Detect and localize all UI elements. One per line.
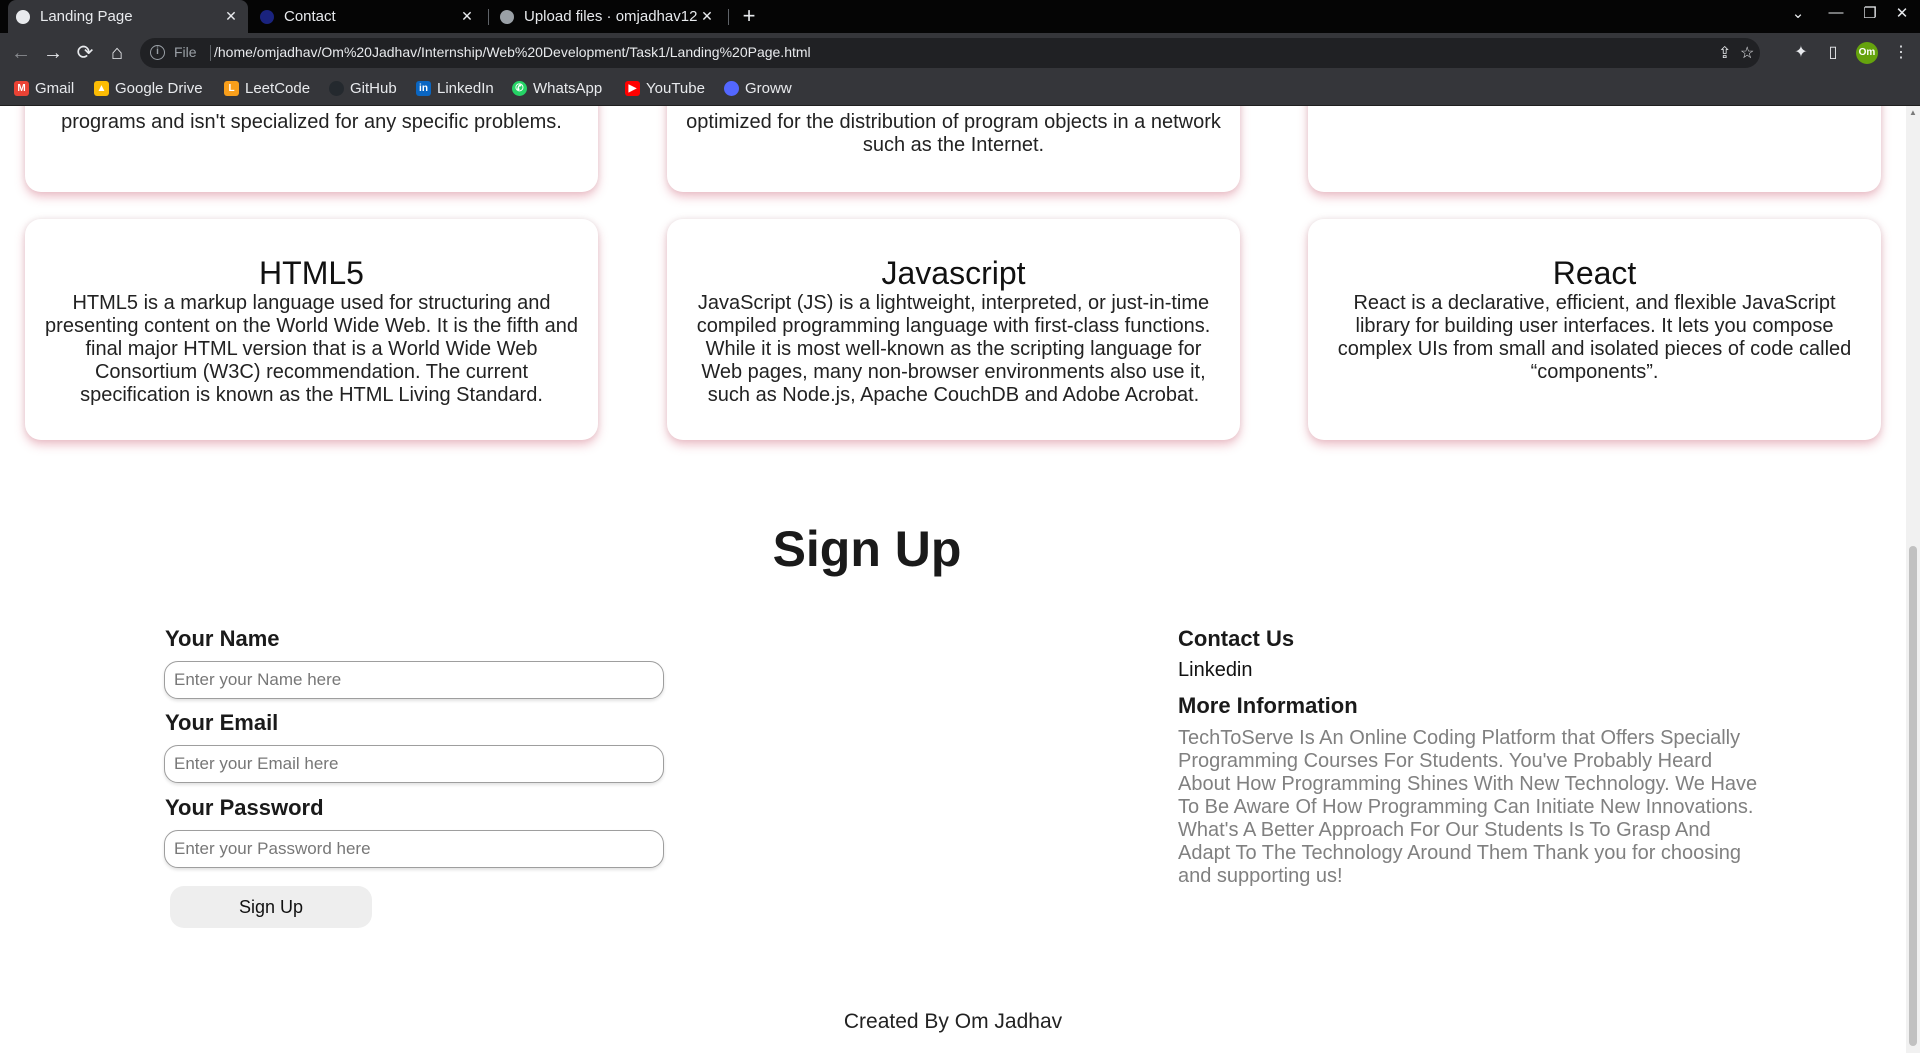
bookmark-gmail[interactable]: M Gmail bbox=[14, 80, 74, 97]
page-viewport: programs and isn't specialized for any s… bbox=[0, 106, 1906, 1053]
gmail-icon: M bbox=[14, 81, 29, 96]
close-icon[interactable]: ✕ bbox=[222, 8, 240, 25]
card-text: JavaScript (JS) is a lightweight, interp… bbox=[696, 292, 1211, 406]
groww-icon bbox=[724, 81, 739, 96]
signup-button[interactable]: Sign Up bbox=[170, 886, 372, 928]
card-title: Javascript bbox=[881, 255, 1026, 291]
html5-card: HTML5 HTML5 is a markup language used fo… bbox=[25, 219, 598, 440]
globe-icon bbox=[16, 9, 30, 24]
card-text: optimized for the distribution of progra… bbox=[686, 111, 1221, 156]
github-icon bbox=[500, 9, 514, 24]
close-window-icon[interactable]: ✕ bbox=[1890, 4, 1914, 22]
bookmark-label: Gmail bbox=[35, 80, 75, 97]
card-text: React is a declarative, efficient, and f… bbox=[1337, 292, 1852, 383]
github-icon bbox=[329, 81, 344, 96]
bookmark-label: GitHub bbox=[350, 80, 397, 97]
tab-search-icon[interactable]: ⌄ bbox=[1786, 4, 1810, 22]
reload-button[interactable]: ⟳ bbox=[72, 40, 98, 66]
card-text: programs and isn't specialized for any s… bbox=[61, 111, 562, 133]
scrollbar-thumb[interactable] bbox=[1909, 546, 1917, 1046]
contact-heading: Contact Us bbox=[1178, 626, 1295, 651]
bookmark-whatsapp[interactable]: ✆ WhatsApp bbox=[512, 80, 602, 97]
close-icon[interactable]: ✕ bbox=[698, 8, 716, 25]
home-button[interactable]: ⌂ bbox=[104, 40, 130, 66]
share-icon[interactable]: ⇪ bbox=[1718, 43, 1731, 63]
linkedin-link[interactable]: Linkedin bbox=[1178, 659, 1253, 682]
youtube-icon: ▶ bbox=[625, 81, 640, 96]
bookmark-label: LinkedIn bbox=[437, 80, 494, 97]
name-input[interactable] bbox=[164, 661, 664, 699]
signup-heading: Sign Up bbox=[772, 521, 962, 577]
bookmark-leetcode[interactable]: L LeetCode bbox=[224, 80, 310, 97]
bookmark-label: LeetCode bbox=[245, 80, 311, 97]
restore-icon[interactable]: ❐ bbox=[1858, 4, 1882, 22]
tab-title: Landing Page bbox=[40, 8, 133, 25]
bookmark-star-icon[interactable]: ☆ bbox=[1740, 43, 1754, 63]
bookmark-groww[interactable]: Groww bbox=[724, 80, 792, 97]
avatar[interactable]: Om bbox=[1856, 42, 1878, 64]
name-label: Your Name bbox=[165, 626, 280, 651]
info-icon[interactable]: i bbox=[150, 45, 165, 60]
side-panel-icon[interactable]: ▯ bbox=[1822, 42, 1844, 62]
tab-divider bbox=[488, 9, 489, 25]
more-info-text: TechToServe Is An Online Coding Platform… bbox=[1178, 727, 1758, 887]
bookmark-label: YouTube bbox=[646, 80, 705, 97]
browser-toolbar: ← → ⟳ ⌂ i File /home/omjadhav/Om%20Jadha… bbox=[0, 33, 1920, 73]
menu-icon[interactable]: ⋮ bbox=[1890, 42, 1912, 62]
language-card: programs and isn't specialized for any s… bbox=[25, 106, 598, 192]
card-title: HTML5 bbox=[259, 255, 364, 291]
react-card: React React is a declarative, efficient,… bbox=[1308, 219, 1881, 440]
tab-contact[interactable]: Contact ✕ bbox=[252, 0, 484, 33]
scroll-up-icon[interactable]: ▲ bbox=[1909, 108, 1917, 117]
extensions-icon[interactable]: ✦ bbox=[1790, 42, 1812, 62]
bookmark-google-drive[interactable]: ▲ Google Drive bbox=[94, 80, 203, 97]
password-input[interactable] bbox=[164, 830, 664, 868]
javascript-card: Javascript JavaScript (JS) is a lightwei… bbox=[667, 219, 1240, 440]
bookmark-linkedin[interactable]: in LinkedIn bbox=[416, 80, 494, 97]
linkedin-icon: in bbox=[416, 81, 431, 96]
whatsapp-icon: ✆ bbox=[512, 81, 527, 96]
tab-divider bbox=[728, 9, 729, 25]
email-label: Your Email bbox=[165, 710, 279, 735]
bookmark-github[interactable]: GitHub bbox=[329, 80, 397, 97]
card-title: React bbox=[1552, 255, 1637, 291]
bookmark-youtube[interactable]: ▶ YouTube bbox=[625, 80, 705, 97]
card-text: HTML5 is a markup language used for stru… bbox=[45, 292, 578, 406]
scheme-label: File bbox=[174, 44, 197, 60]
forward-button[interactable]: → bbox=[40, 40, 66, 66]
leetcode-icon: L bbox=[224, 81, 239, 96]
tab-upload-files[interactable]: Upload files · omjadhav12 ✕ bbox=[492, 0, 724, 33]
page-icon bbox=[260, 9, 274, 24]
more-info-heading: More Information bbox=[1178, 693, 1358, 718]
password-label: Your Password bbox=[165, 795, 324, 820]
page-scrollbar[interactable]: ▲ bbox=[1906, 106, 1920, 1053]
tab-title: Upload files · omjadhav12 bbox=[524, 8, 698, 25]
google-drive-icon: ▲ bbox=[94, 81, 109, 96]
bookmark-label: Google Drive bbox=[115, 80, 203, 97]
back-button[interactable]: ← bbox=[8, 40, 34, 66]
language-card: optimized for the distribution of progra… bbox=[667, 106, 1240, 192]
bookmark-label: Groww bbox=[745, 80, 792, 97]
tab-title: Contact bbox=[284, 8, 336, 25]
minimize-icon[interactable]: — bbox=[1824, 4, 1848, 21]
language-card bbox=[1308, 106, 1881, 192]
close-icon[interactable]: ✕ bbox=[458, 8, 476, 25]
bookmark-label: WhatsApp bbox=[533, 80, 603, 97]
new-tab-button[interactable]: + bbox=[736, 3, 762, 29]
bookmarks-bar: M Gmail ▲ Google Drive L LeetCode GitHub… bbox=[0, 73, 1920, 106]
footer-credit: Created By Om Jadhav bbox=[843, 1010, 1063, 1033]
tab-landing-page[interactable]: Landing Page ✕ bbox=[8, 0, 248, 33]
url-text[interactable]: /home/omjadhav/Om%20Jadhav/Internship/We… bbox=[214, 44, 811, 60]
address-bar[interactable]: i File /home/omjadhav/Om%20Jadhav/Intern… bbox=[140, 38, 1760, 68]
omnibox-divider bbox=[210, 45, 211, 61]
tab-strip: Landing Page ✕ Contact ✕ Upload files · … bbox=[0, 0, 1920, 33]
email-input[interactable] bbox=[164, 745, 664, 783]
